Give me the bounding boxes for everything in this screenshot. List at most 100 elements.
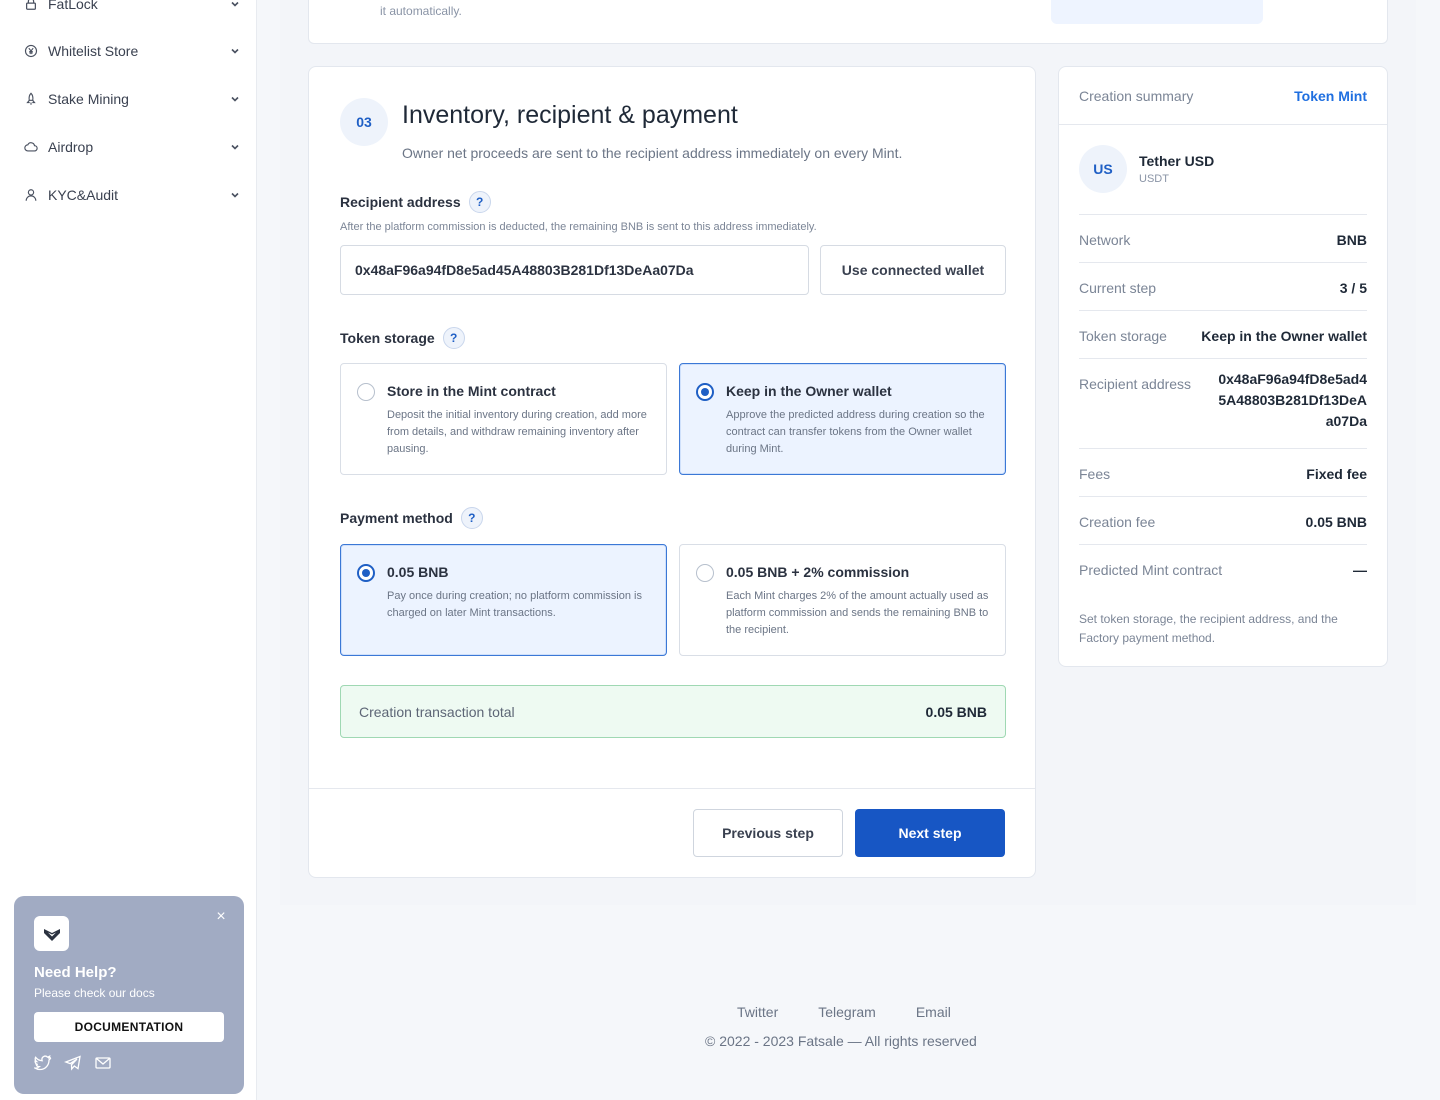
total-value: 0.05 BNB <box>925 704 987 720</box>
help-card: × Need Help? Please check our docs DOCUM… <box>14 896 244 1094</box>
token-avatar: US <box>1079 145 1127 193</box>
sidebar-item-label: Stake Mining <box>48 91 129 107</box>
summary-value: Keep in the Owner wallet <box>1201 328 1367 344</box>
storage-label-row: Token storage ? <box>340 327 465 349</box>
sidebar-item-fatlock[interactable]: FatLock <box>24 0 240 18</box>
previous-section-hint: it automatically. <box>380 4 462 18</box>
footer-link-email[interactable]: Email <box>916 1004 951 1020</box>
sidebar-item-label: KYC&Audit <box>48 187 119 203</box>
summary-row-creation-fee: Creation fee 0.05 BNB <box>1079 496 1367 544</box>
radio-button[interactable] <box>357 564 375 582</box>
radio-button[interactable] <box>357 383 375 401</box>
summary-row-network: Network BNB <box>1079 214 1367 262</box>
summary-row-token-storage: Token storage Keep in the Owner wallet <box>1079 310 1367 358</box>
summary-row-predicted-mint-contract: Predicted Mint contract — <box>1079 544 1367 592</box>
chevron-down-icon <box>230 94 240 104</box>
summary-row-recipient-address: Recipient address 0x48aF96a94fD8e5ad45A4… <box>1079 358 1367 448</box>
help-question-icon[interactable]: ? <box>468 191 491 213</box>
lock-icon <box>24 0 38 11</box>
recipient-label: Recipient address <box>340 194 461 210</box>
token-symbol: USDT <box>1139 173 1169 185</box>
next-step-button[interactable]: Next step <box>855 809 1005 857</box>
summary-key: Predicted Mint contract <box>1079 562 1223 578</box>
summary-key: Fees <box>1079 466 1111 482</box>
sidebar-item-label: Airdrop <box>48 139 94 155</box>
storage-label: Token storage <box>340 330 435 346</box>
sidebar-item-kyc-audit[interactable]: KYC&Audit <box>24 181 240 209</box>
sidebar: FatLock Whitelist Store Stake Mining Air… <box>0 0 257 1100</box>
sidebar-item-whitelist-store[interactable]: Whitelist Store <box>24 37 240 65</box>
previous-section-highlight <box>1051 0 1263 24</box>
storage-option-mint-contract[interactable]: Store in the Mint contract Deposit the i… <box>340 363 667 475</box>
creation-summary-card: Creation summary Token Mint US Tether US… <box>1058 66 1388 667</box>
summary-row-current-step: Current step 3 / 5 <box>1079 262 1367 310</box>
token-name: Tether USD <box>1139 153 1215 169</box>
summary-key: Token storage <box>1079 328 1167 344</box>
summary-note: Set token storage, the recipient address… <box>1079 612 1338 645</box>
chevron-down-icon <box>230 142 240 152</box>
sidebar-item-airdrop[interactable]: Airdrop <box>24 133 240 161</box>
summary-value: — <box>1353 562 1367 578</box>
yen-circle-icon <box>24 44 38 58</box>
summary-value: 3 / 5 <box>1339 280 1367 296</box>
summary-key: Current step <box>1079 280 1157 296</box>
cloud-icon <box>24 140 38 154</box>
option-title: 0.05 BNB <box>387 564 449 580</box>
close-icon[interactable]: × <box>214 909 228 925</box>
option-description: Pay once during creation; no platform co… <box>387 590 642 619</box>
help-subtitle: Please check our docs <box>34 986 155 1000</box>
step-title: Inventory, recipient & payment <box>402 101 738 129</box>
summary-title: Creation summary <box>1079 88 1194 104</box>
recipient-hint: After the platform commission is deducte… <box>340 221 817 233</box>
footer-link-twitter[interactable]: Twitter <box>737 1004 778 1020</box>
storage-option-owner-wallet[interactable]: Keep in the Owner wallet Approve the pre… <box>679 363 1006 475</box>
use-connected-wallet-button[interactable]: Use connected wallet <box>820 245 1006 295</box>
footer-links: Twitter Telegram Email <box>737 1004 991 1020</box>
previous-step-button[interactable]: Previous step <box>693 809 843 857</box>
creation-total-box: Creation transaction total 0.05 BNB <box>340 685 1006 738</box>
previous-section-card <box>308 0 1388 44</box>
help-title: Need Help? <box>34 964 117 981</box>
fatsale-logo-icon <box>34 916 69 951</box>
option-description: Deposit the initial inventory during cre… <box>387 409 647 455</box>
sidebar-item-stake-mining[interactable]: Stake Mining <box>24 85 240 113</box>
sidebar-item-label: Whitelist Store <box>48 43 139 59</box>
radio-button[interactable] <box>696 564 714 582</box>
help-question-icon[interactable]: ? <box>460 507 483 529</box>
summary-header: Creation summary Token Mint <box>1059 67 1387 125</box>
help-question-icon[interactable]: ? <box>442 327 465 349</box>
twitter-icon[interactable] <box>34 1054 52 1072</box>
radio-button[interactable] <box>696 383 714 401</box>
email-icon[interactable] <box>94 1054 112 1072</box>
help-social-links <box>34 1054 112 1072</box>
option-title: Keep in the Owner wallet <box>726 383 892 399</box>
summary-key: Network <box>1079 232 1131 248</box>
recipient-label-row: Recipient address ? <box>340 191 491 213</box>
summary-value: BNB <box>1336 232 1367 248</box>
rocket-icon <box>24 92 38 106</box>
payment-label: Payment method <box>340 510 453 526</box>
summary-value: 0.05 BNB <box>1305 514 1367 530</box>
summary-key: Creation fee <box>1079 514 1156 530</box>
chevron-down-icon <box>230 0 240 9</box>
payment-option-commission[interactable]: 0.05 BNB + 2% commission Each Mint charg… <box>679 544 1006 656</box>
chevron-down-icon <box>230 190 240 200</box>
footer-copyright: © 2022 - 2023 Fatsale — All rights reser… <box>705 1033 977 1049</box>
summary-value: 0x48aF96a94fD8e5ad45A48803B281Df13DeAa07… <box>1218 371 1367 429</box>
telegram-icon[interactable] <box>64 1054 82 1072</box>
step-card: 03 Inventory, recipient & payment Owner … <box>308 66 1036 878</box>
option-description: Each Mint charges 2% of the amount actua… <box>726 590 989 636</box>
option-title: 0.05 BNB + 2% commission <box>726 564 910 580</box>
recipient-address-input[interactable]: 0x48aF96a94fD8e5ad45A48803B281Df13DeAa07… <box>340 245 809 295</box>
summary-key: Recipient address <box>1079 376 1192 392</box>
step-number-badge: 03 <box>340 98 388 146</box>
card-footer-divider <box>309 788 1035 789</box>
chevron-down-icon <box>230 46 240 56</box>
option-title: Store in the Mint contract <box>387 383 556 399</box>
documentation-button[interactable]: DOCUMENTATION <box>34 1012 224 1042</box>
payment-label-row: Payment method ? <box>340 507 483 529</box>
payment-option-fixed[interactable]: 0.05 BNB Pay once during creation; no pl… <box>340 544 667 656</box>
footer-link-telegram[interactable]: Telegram <box>818 1004 876 1020</box>
summary-row-fees: Fees Fixed fee <box>1079 448 1367 496</box>
sidebar-item-label: FatLock <box>48 0 98 12</box>
